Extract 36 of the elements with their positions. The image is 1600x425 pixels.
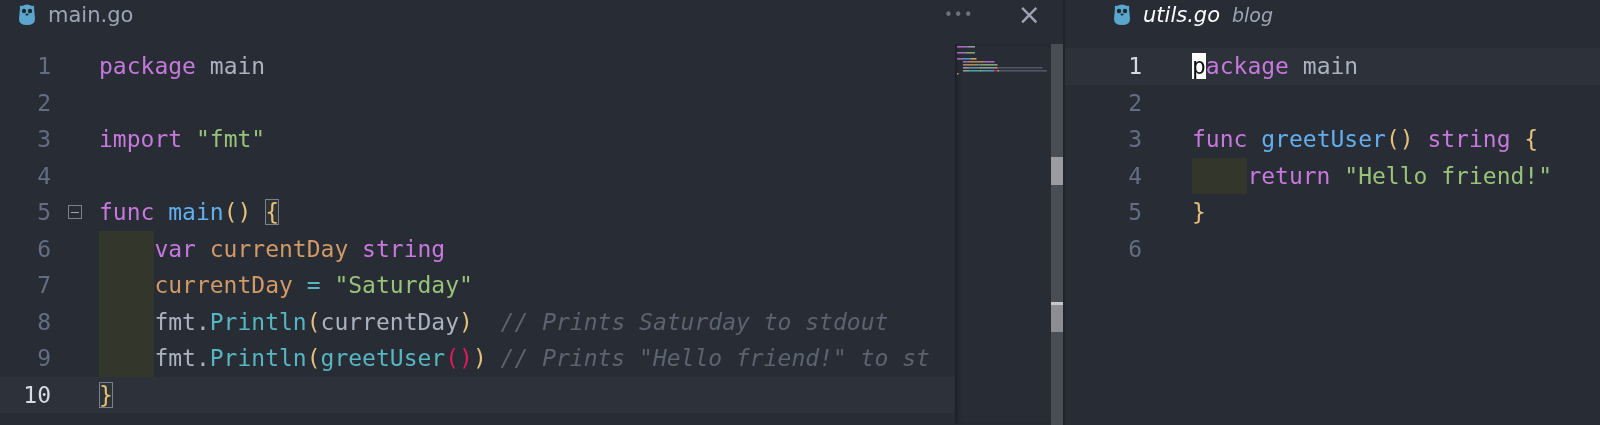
line-number: 5 (36, 199, 51, 226)
line-number: 2 (36, 89, 51, 116)
code-line: var currentDay string (154, 234, 446, 264)
scrollbar[interactable] (1051, 44, 1063, 425)
tab-title[interactable]: utils.go (1143, 3, 1220, 27)
code-line: fmt.Println(greetUser()) // Prints "Hello friend!" to st (154, 344, 930, 374)
line-number: 7 (36, 272, 51, 299)
code-line: func main() { (99, 198, 280, 228)
code-line: } (1192, 198, 1206, 228)
gopher-icon (18, 4, 36, 26)
line-number: 2 (1127, 89, 1142, 116)
line-number: 6 (1127, 235, 1142, 262)
line-number: 9 (36, 345, 51, 372)
gopher-icon (1113, 4, 1131, 26)
line-number: 4 (36, 162, 51, 189)
close-icon[interactable]: × (1017, 1, 1041, 29)
line-number: 6 (36, 235, 51, 262)
line-number: 4 (1127, 162, 1142, 189)
code-line: package main (99, 52, 266, 82)
code-line: import "fmt" (99, 125, 266, 155)
more-icon[interactable]: ••• (944, 6, 974, 24)
line-number: 10 (22, 381, 51, 408)
line-number: 3 (36, 126, 51, 153)
line-number: 3 (1127, 126, 1142, 153)
line-number: 1 (36, 53, 51, 80)
code-line: currentDay = "Saturday" (154, 271, 473, 301)
line-number: 5 (1127, 199, 1142, 226)
line-number: 1 (1127, 53, 1142, 80)
code-line: package main (1192, 52, 1359, 82)
tab-title[interactable]: main.go (48, 3, 134, 27)
code-line: fmt.Println(currentDay) // Prints Saturday to stdout (154, 307, 889, 337)
tab-folder-label: blog (1232, 4, 1274, 26)
line-number: 8 (36, 308, 51, 335)
fold-icon[interactable] (68, 205, 82, 220)
code-line: return "Hello friend!" (1247, 161, 1553, 191)
code-line: func greetUser() string { (1192, 125, 1539, 155)
